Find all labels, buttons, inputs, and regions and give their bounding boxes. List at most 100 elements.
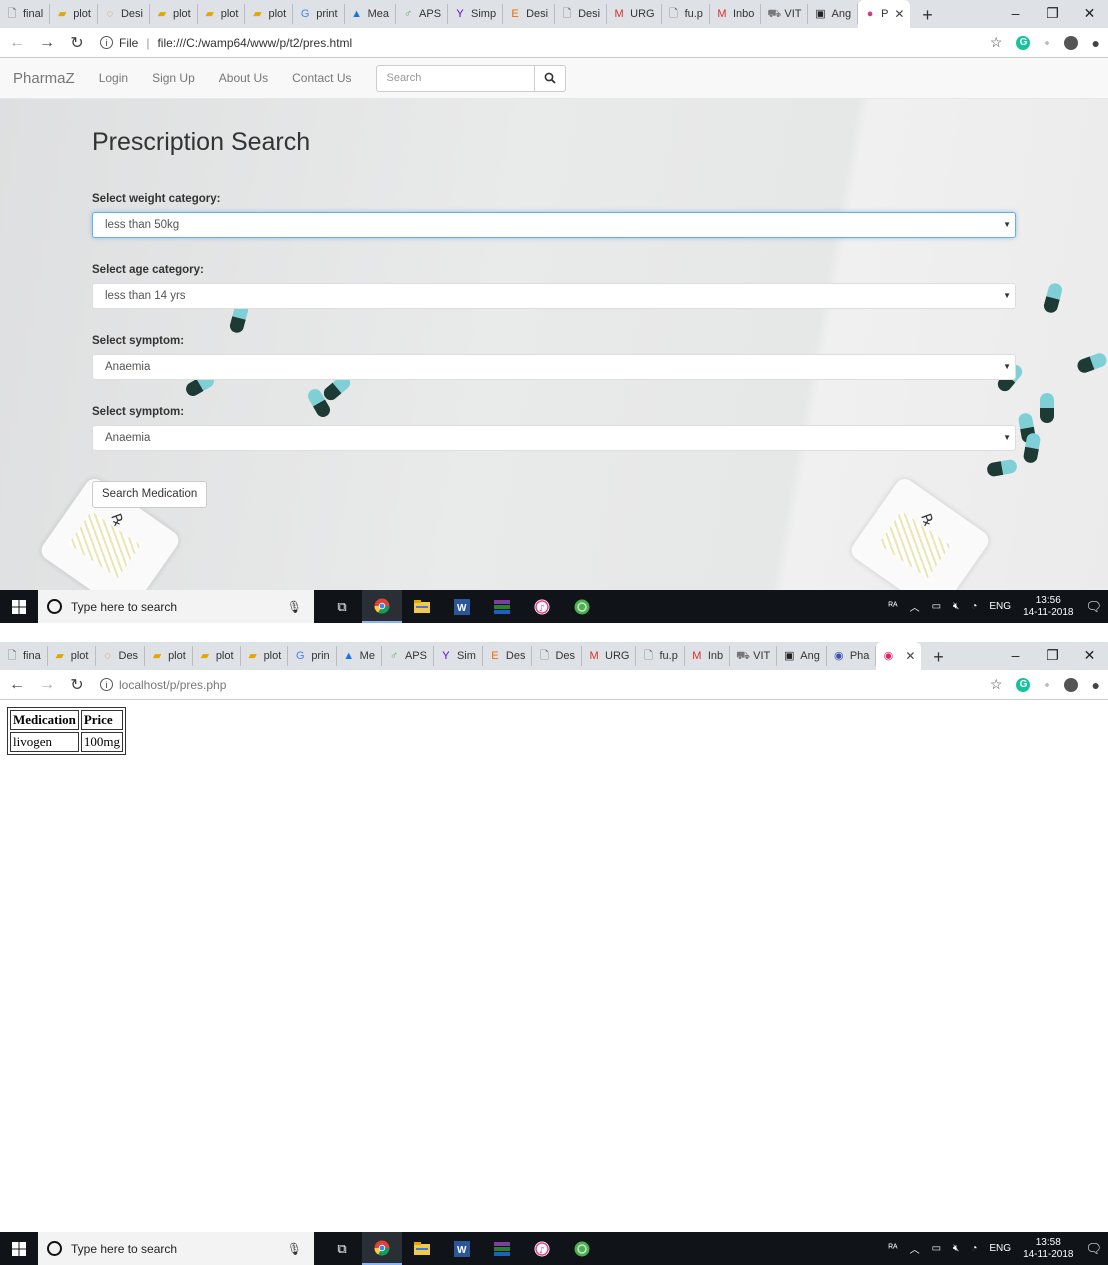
clock[interactable]: 13:58 14-11-2018 xyxy=(1023,1237,1073,1261)
taskbar-search[interactable]: Type here to search 🎙 xyxy=(38,590,314,623)
tab-active[interactable]: ● P ✕ xyxy=(858,0,911,28)
browser-tab[interactable]: ▰ plot xyxy=(50,4,98,24)
browser-tab[interactable]: ▰ plot xyxy=(150,4,198,24)
battery-icon[interactable]: ▭ xyxy=(932,601,941,612)
browser-tab[interactable]: 🗋︎ fina xyxy=(0,646,48,666)
xampp-icon[interactable] xyxy=(562,1232,602,1265)
chrome-icon[interactable] xyxy=(362,1232,402,1265)
browser-tab[interactable]: 🗋︎ fu.p xyxy=(636,646,685,666)
browser-tab[interactable]: ▰ plot xyxy=(48,646,96,666)
close-window-icon[interactable]: ✕ xyxy=(1071,0,1108,26)
file-explorer-icon[interactable] xyxy=(402,1232,442,1265)
close-tab-icon[interactable]: ✕ xyxy=(894,7,904,21)
info-icon[interactable]: i xyxy=(100,36,113,49)
microphone-icon[interactable]: 🎙 xyxy=(287,1242,302,1256)
reload-icon[interactable]: ↻ xyxy=(64,675,90,695)
winrar-icon[interactable] xyxy=(482,1232,522,1265)
restore-icon[interactable]: ❐ xyxy=(1034,642,1071,668)
browser-tab[interactable]: ▲ Mea xyxy=(345,4,397,24)
symptom-select[interactable]: Anaemia ▼ xyxy=(92,354,1016,380)
tab-active[interactable]: ◉ ✕ xyxy=(876,642,922,670)
file-explorer-icon[interactable] xyxy=(402,590,442,623)
new-tab-button[interactable]: + xyxy=(914,2,940,28)
browser-tab[interactable]: 🗋︎ Des xyxy=(532,646,583,666)
browser-tab[interactable]: M Inbo xyxy=(710,4,762,24)
pin-icon[interactable]: ⬩ xyxy=(1044,676,1049,693)
back-arrow-icon[interactable]: ← xyxy=(4,676,30,694)
browser-tab[interactable]: Gprint xyxy=(293,4,345,24)
winrar-icon[interactable] xyxy=(482,590,522,623)
search-medication-button[interactable]: Search Medication xyxy=(92,481,208,508)
start-button[interactable] xyxy=(0,599,38,614)
browser-tab[interactable]: ▰ plot xyxy=(198,4,246,24)
browser-tab[interactable]: ▰ plot xyxy=(241,646,289,666)
nav-signup-link[interactable]: Sign Up xyxy=(140,71,207,85)
browser-tab[interactable]: ▰ plot xyxy=(245,4,294,24)
volume-mute-icon[interactable]: 🔇︎ xyxy=(953,601,959,612)
url-field[interactable]: i localhost/p/pres.php xyxy=(100,678,226,692)
browser-tab[interactable]: ⛟ VIT xyxy=(730,646,778,666)
url-field[interactable]: i File | file:///C:/wamp64/www/p/t2/pres… xyxy=(100,36,352,50)
browser-tab[interactable]: ⛟ VIT xyxy=(761,4,809,24)
browser-tab[interactable]: Y Sim xyxy=(434,646,483,666)
reload-icon[interactable]: ↻ xyxy=(64,33,90,53)
browser-tab[interactable]: ◌ Desi xyxy=(98,4,150,24)
chevron-up-icon[interactable]: ︿ xyxy=(910,1241,920,1256)
pin-icon[interactable]: ⬩ xyxy=(1044,34,1049,51)
extension-icon[interactable] xyxy=(1063,35,1078,50)
notifications-icon[interactable]: 🗨︎ xyxy=(1085,599,1102,615)
battery-icon[interactable]: ▭ xyxy=(932,1243,941,1254)
minimize-icon[interactable]: – xyxy=(997,0,1034,26)
browser-tab[interactable]: M URG xyxy=(582,646,637,666)
weight-select[interactable]: less than 50kg ▼ xyxy=(92,212,1016,238)
brand-link[interactable]: PharmaZ xyxy=(13,70,75,87)
nav-about-link[interactable]: About Us xyxy=(207,71,280,85)
browser-tab[interactable]: ▰ plot xyxy=(193,646,241,666)
language-indicator[interactable]: ENG xyxy=(989,601,1011,612)
browser-tab[interactable]: 🗋︎ Desi xyxy=(555,4,608,24)
star-icon[interactable]: ☆ xyxy=(990,676,1003,693)
wifi-icon[interactable]: ◔ xyxy=(971,1243,977,1254)
itunes-icon[interactable]: ♪ xyxy=(522,590,562,623)
language-indicator[interactable]: ENG xyxy=(989,1243,1011,1254)
browser-tab[interactable]: M URG xyxy=(607,4,662,24)
profile-icon[interactable]: ● xyxy=(1092,677,1100,693)
browser-tab[interactable]: E Des xyxy=(483,646,533,666)
search-input[interactable] xyxy=(376,64,536,92)
people-icon[interactable]: ᴿᴬ xyxy=(889,1243,898,1254)
notifications-icon[interactable]: 🗨︎ xyxy=(1085,1241,1102,1257)
itunes-icon[interactable]: ♪ xyxy=(522,1232,562,1265)
chrome-icon[interactable] xyxy=(362,590,402,623)
people-icon[interactable]: ᴿᴬ xyxy=(889,601,898,612)
profile-icon[interactable]: ● xyxy=(1092,35,1100,51)
microphone-icon[interactable]: 🎙 xyxy=(287,600,302,614)
restore-icon[interactable]: ❐ xyxy=(1034,0,1071,26)
browser-tab[interactable]: ▰ plot xyxy=(145,646,193,666)
browser-tab[interactable]: E Desi xyxy=(503,4,556,24)
taskbar-search[interactable]: Type here to search 🎙 xyxy=(38,1232,314,1265)
browser-tab[interactable]: 🗋︎ fu.p xyxy=(662,4,710,24)
word-icon[interactable]: W xyxy=(442,1232,482,1265)
forward-arrow-icon[interactable]: → xyxy=(34,34,60,52)
search-button[interactable] xyxy=(535,64,567,92)
star-icon[interactable]: ☆ xyxy=(990,34,1003,51)
browser-tab[interactable]: ◉ Pha xyxy=(827,646,877,666)
browser-tab[interactable]: ♂ APS xyxy=(396,4,449,24)
symptom-2-select[interactable]: Anaemia ▼ xyxy=(92,425,1016,451)
close-window-icon[interactable]: ✕ xyxy=(1071,642,1108,668)
new-tab-button[interactable]: + xyxy=(925,644,951,670)
chevron-up-icon[interactable]: ︿ xyxy=(910,599,920,614)
browser-tab[interactable]: M Inb xyxy=(685,646,731,666)
wifi-icon[interactable]: ◔ xyxy=(971,601,977,612)
task-view-icon[interactable]: ⧉ xyxy=(322,1232,362,1265)
grammarly-icon[interactable]: G xyxy=(1016,35,1031,50)
forward-arrow-icon[interactable]: → xyxy=(34,676,60,694)
url-text[interactable]: file:///C:/wamp64/www/p/t2/pres.html xyxy=(157,36,352,50)
extension-icon[interactable] xyxy=(1063,677,1078,692)
task-view-icon[interactable]: ⧉ xyxy=(322,590,362,623)
browser-tab[interactable]: 🗋︎ final xyxy=(0,4,51,24)
browser-tab[interactable]: ♂ APS xyxy=(382,646,434,666)
word-icon[interactable]: W xyxy=(442,590,482,623)
nav-login-link[interactable]: Login xyxy=(87,71,140,85)
browser-tab[interactable]: Gprin xyxy=(288,646,337,666)
